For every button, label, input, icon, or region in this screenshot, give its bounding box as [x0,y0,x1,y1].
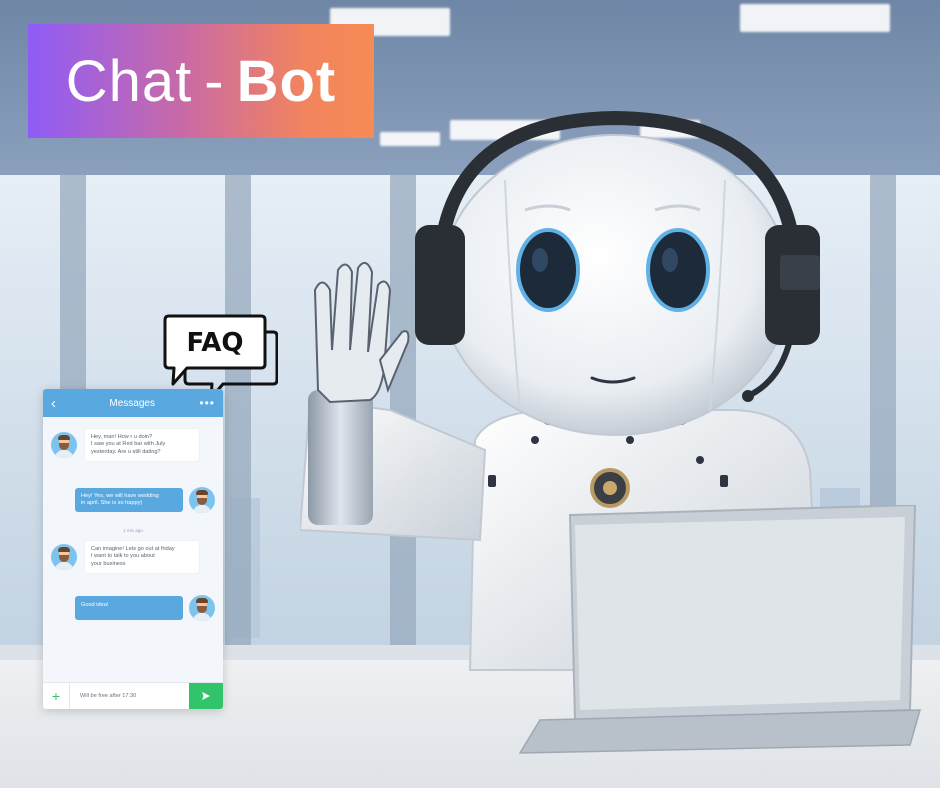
message-text: Hey! Yes, we will have wedding [81,492,159,499]
title-word-chat: Chat [65,48,193,114]
message-bubble: Hey, man! How r u doin? I saw you at Red… [85,429,199,462]
message-text: I want to talk to you about [91,553,155,560]
chat-message-outgoing: Good idea! [75,595,215,621]
chat-message-outgoing: Hey! Yes, we will have wedding in april.… [75,487,215,513]
avatar [189,487,215,513]
message-bubble: Can imagine! Lets go out at friday I wan… [85,541,199,574]
more-dots-icon[interactable]: ••• [199,396,215,410]
message-text: Hey, man! How r u doin? [91,434,153,440]
title-word-bot: Bot [236,48,337,114]
message-text: I saw you at Red bar with July [91,441,166,448]
message-text: yesterday. Are u still dating? [91,448,161,455]
faq-label: FAQ [186,328,244,358]
chat-phone-mockup: ‹ Messages ••• Hey, man! How r u doin? I… [43,389,223,709]
avatar [51,544,77,571]
message-bubble: Hey! Yes, we will have wedding in april.… [75,487,183,513]
laptop-icon [518,505,922,754]
chat-message-incoming: Can imagine! Lets go out at friday I wan… [51,541,199,574]
chat-message-incoming: Hey, man! How r u doin? I saw you at Red… [51,429,199,462]
ceiling-light [740,4,890,32]
title-separator: - [204,48,225,114]
plus-icon[interactable]: + [43,688,69,704]
chat-header: ‹ Messages ••• [43,389,223,417]
message-text: your business [91,560,126,567]
chat-input-bar: + Will be free after 17:30 [43,682,223,709]
message-text: Good idea! [81,601,109,608]
message-bubble: Good idea! [75,595,183,621]
back-chevron-icon[interactable]: ‹ [51,395,65,412]
send-icon [202,692,210,700]
message-text: in april. She is so happy) [81,500,143,506]
message-input[interactable]: Will be free after 17:30 [69,683,189,709]
message-text: Can imagine! Lets go out at friday [91,546,175,552]
message-timestamp: 1 min ago [123,528,143,533]
chat-title: Messages [109,397,155,409]
title-banner: Chat - Bot [28,24,374,138]
avatar [51,432,77,459]
avatar [189,595,215,621]
send-button[interactable] [189,682,223,709]
window-mullion [225,175,251,645]
